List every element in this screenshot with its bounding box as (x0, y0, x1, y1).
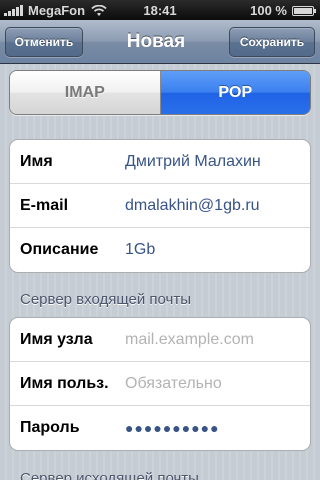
email-label: E-mail (20, 197, 69, 214)
incoming-server-header: Сервер входящей почты (20, 291, 192, 308)
email-row[interactable]: E-mail dmalakhin@1gb.ru (10, 184, 310, 228)
name-label: Имя (20, 153, 53, 170)
battery-icon (292, 5, 316, 16)
save-button[interactable]: Сохранить (229, 27, 315, 57)
battery-percent: 100 % (250, 3, 287, 18)
description-label: Описание (20, 241, 99, 258)
name-field[interactable]: Дмитрий Малахин (125, 140, 261, 184)
username-label: Имя польз. (20, 375, 109, 392)
segment-pop[interactable]: POP (160, 71, 310, 114)
description-field[interactable]: 1Gb (125, 228, 155, 272)
hostname-field[interactable]: mail.example.com (125, 318, 254, 362)
password-row[interactable]: Пароль ●●●●●●●●●● (10, 406, 310, 450)
protocol-segmented-control: IMAP POP (9, 70, 311, 115)
status-bar: MegaFon 18:41 100 % (0, 0, 320, 20)
password-label: Пароль (20, 419, 80, 436)
email-field[interactable]: dmalakhin@1gb.ru (125, 184, 260, 228)
username-row[interactable]: Имя польз. Обязательно (10, 362, 310, 406)
incoming-server-group: Имя узла mail.example.com Имя польз. Обя… (9, 317, 311, 451)
password-field[interactable]: ●●●●●●●●●● (125, 406, 220, 450)
account-info-group: Имя Дмитрий Малахин E-mail dmalakhin@1gb… (9, 139, 311, 273)
page-title: Новая (126, 31, 186, 52)
segment-imap[interactable]: IMAP (10, 71, 161, 114)
name-row[interactable]: Имя Дмитрий Малахин (10, 140, 310, 184)
hostname-row[interactable]: Имя узла mail.example.com (10, 318, 310, 362)
description-row[interactable]: Описание 1Gb (10, 228, 310, 272)
hostname-label: Имя узла (20, 331, 93, 348)
navigation-bar: Отменить Новая Сохранить (0, 20, 320, 64)
outgoing-server-header: Сервер исходящей почты (20, 470, 199, 480)
cancel-button[interactable]: Отменить (5, 27, 83, 57)
username-field[interactable]: Обязательно (125, 362, 222, 406)
status-right: 100 % (250, 3, 316, 18)
